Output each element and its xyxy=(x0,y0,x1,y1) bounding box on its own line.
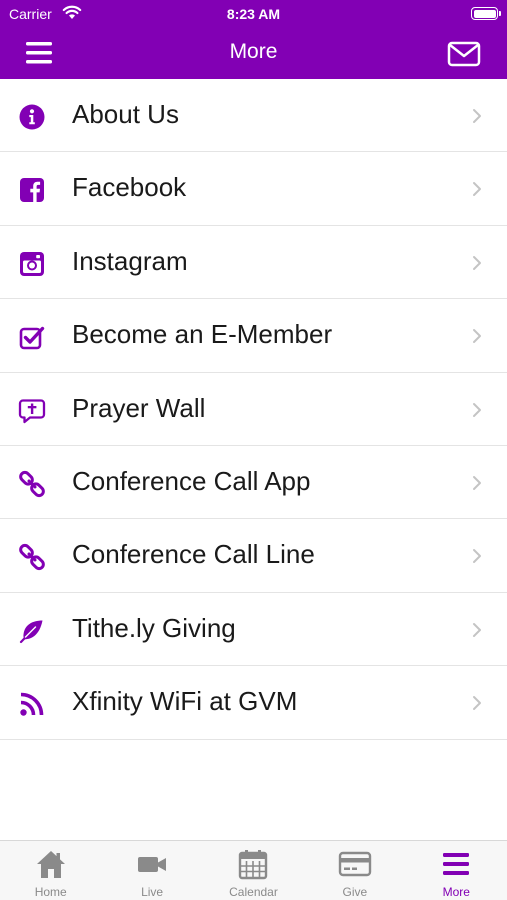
tab-calendar[interactable]: Calendar xyxy=(203,841,304,900)
tab-home[interactable]: Home xyxy=(0,841,101,900)
menu-item-conference-call-line[interactable]: Conference Call Line xyxy=(0,519,507,593)
chevron-right-icon xyxy=(473,182,481,197)
chevron-right-icon xyxy=(473,402,481,417)
link-icon xyxy=(19,544,45,571)
tab-label: Give xyxy=(342,885,368,899)
tab-label: Live xyxy=(141,885,164,899)
chevron-right-icon xyxy=(473,329,481,344)
video-camera-icon xyxy=(138,857,167,872)
status-bar: Carrier 8:23 AM xyxy=(0,0,507,28)
prayer-bubble-icon xyxy=(18,398,46,423)
calendar-icon xyxy=(239,850,268,880)
page-title: More xyxy=(229,40,278,63)
chevron-right-icon xyxy=(473,622,481,637)
chevron-right-icon xyxy=(473,109,481,123)
menu-item-label: Conference Call App xyxy=(72,465,311,496)
leaf-icon xyxy=(19,620,43,643)
chevron-right-icon xyxy=(473,696,481,711)
menu-item-label: Instagram xyxy=(72,245,188,276)
menu-item-label: Facebook xyxy=(72,172,187,203)
more-screen: Carrier 8:23 AM More About Us Facebook I… xyxy=(0,0,507,900)
envelope-icon[interactable] xyxy=(447,39,481,69)
menu-item-label: Prayer Wall xyxy=(72,392,206,423)
menu-item-prayer-wall[interactable]: Prayer Wall xyxy=(0,373,507,446)
menu-item-label: Xfinity WiFi at GVM xyxy=(72,686,298,717)
status-time: 8:23 AM xyxy=(226,6,281,22)
menu-item-about-us[interactable]: About Us xyxy=(0,79,507,153)
header: Carrier 8:23 AM More xyxy=(0,0,507,79)
chevron-right-icon xyxy=(473,475,481,490)
battery-icon xyxy=(471,7,501,20)
info-circle-icon xyxy=(19,104,45,130)
tab-give[interactable]: Give xyxy=(304,841,405,900)
menu-item-label: Tithe.ly Giving xyxy=(72,612,236,643)
menu-item-xfinity-wifi[interactable]: Xfinity WiFi at GVM xyxy=(0,666,507,740)
credit-card-icon xyxy=(338,851,372,877)
checkbox-icon xyxy=(19,326,45,350)
menu-item-facebook[interactable]: Facebook xyxy=(0,152,507,226)
home-icon xyxy=(36,851,65,878)
chevron-right-icon xyxy=(473,549,481,564)
menu-item-label: Become an E-Member xyxy=(72,319,333,350)
rss-icon xyxy=(20,692,44,716)
link-icon xyxy=(19,470,45,498)
menu-item-label: About Us xyxy=(72,99,179,129)
chevron-right-icon xyxy=(473,255,481,270)
menu-item-label: Conference Call Line xyxy=(72,539,315,570)
tab-bar: Home Live Calendar Give More xyxy=(0,840,507,900)
tab-more[interactable]: More xyxy=(406,841,507,900)
menu-item-instagram[interactable]: Instagram xyxy=(0,226,507,300)
instagram-icon xyxy=(20,251,44,276)
tab-label: Calendar xyxy=(229,885,278,899)
more-menu-list: About Us Facebook Instagram Become an E-… xyxy=(0,79,507,740)
menu-item-tithely-giving[interactable]: Tithe.ly Giving xyxy=(0,593,507,667)
tab-live[interactable]: Live xyxy=(101,841,202,900)
menu-icon xyxy=(443,853,470,875)
facebook-icon xyxy=(20,178,44,203)
nav-bar: More xyxy=(0,28,507,79)
menu-item-conference-call-app[interactable]: Conference Call App xyxy=(0,446,507,520)
menu-item-become-e-member[interactable]: Become an E-Member xyxy=(0,299,507,373)
tab-label: More xyxy=(442,885,470,899)
tab-label: Home xyxy=(34,885,67,899)
